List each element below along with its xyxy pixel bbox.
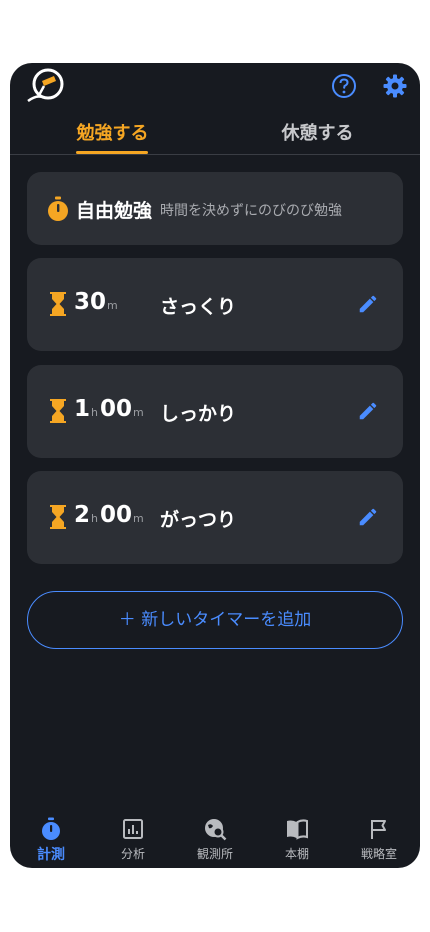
timer-hours: 2 <box>74 502 91 528</box>
nav-label: 戦略室 <box>360 847 397 861</box>
tab-rest[interactable]: 休憩する <box>215 119 420 145</box>
nav-label: 計測 <box>37 847 65 863</box>
timer-duration: 30m <box>74 289 120 315</box>
hourglass-icon <box>50 399 66 423</box>
help-circle-icon[interactable] <box>331 73 357 99</box>
nav-item-strategy[interactable]: 戦略室 <box>338 813 420 862</box>
free-study-description: 時間を決めずにのびのび勉強 <box>160 203 342 219</box>
hourglass-icon <box>50 292 66 316</box>
timer-name: しっかり <box>160 403 237 425</box>
edit-pencil-icon[interactable] <box>357 506 379 528</box>
hour-unit: h <box>91 512 98 525</box>
timer-hours: 1 <box>74 396 91 422</box>
minute-unit: m <box>133 512 144 525</box>
nav-item-observatory[interactable]: 観測所 <box>174 813 256 862</box>
stopwatch-icon <box>42 817 60 840</box>
tab-study[interactable]: 勉強する <box>10 119 215 145</box>
timer-minutes: 00 <box>100 502 133 528</box>
header <box>10 63 420 107</box>
timer-duration: 1h00m <box>74 396 146 422</box>
chart-icon <box>123 819 143 839</box>
timer-minutes: 30 <box>74 289 107 315</box>
add-timer-button[interactable]: ＋ 新しいタイマーを追加 <box>27 591 403 649</box>
timer-card[interactable]: 2h00m がっつり <box>27 471 403 564</box>
stopwatch-icon <box>48 196 68 221</box>
edit-pencil-icon[interactable] <box>357 400 379 422</box>
hourglass-icon <box>50 505 66 529</box>
timer-duration: 2h00m <box>74 502 146 528</box>
gear-icon[interactable] <box>382 73 408 99</box>
timer-name: がっつり <box>160 509 237 531</box>
nav-label: 分析 <box>120 847 145 861</box>
nav-item-measure[interactable]: 計測 <box>10 813 92 864</box>
edit-pencil-icon[interactable] <box>357 293 379 315</box>
free-study-title: 自由勉強 <box>76 200 153 222</box>
mode-tabs: 勉強する 休憩する <box>10 107 420 155</box>
telescope-logo-icon[interactable] <box>26 67 68 103</box>
minute-unit: m <box>107 299 118 312</box>
timer-card[interactable]: 30m さっくり <box>27 258 403 351</box>
free-study-card[interactable]: 自由勉強 時間を決めずにのびのび勉強 <box>27 172 403 245</box>
bottom-nav: 計測 分析 観測所 本棚 戦略室 <box>10 813 420 868</box>
nav-item-bookshelf[interactable]: 本棚 <box>256 813 338 862</box>
timer-minutes: 00 <box>100 396 133 422</box>
minute-unit: m <box>133 406 144 419</box>
globe-search-icon <box>205 819 227 841</box>
hour-unit: h <box>91 406 98 419</box>
timer-name: さっくり <box>160 296 237 318</box>
active-tab-indicator <box>76 151 148 154</box>
nav-label: 観測所 <box>196 847 233 861</box>
timer-card[interactable]: 1h00m しっかり <box>27 365 403 458</box>
nav-label: 本棚 <box>284 847 309 861</box>
flag-icon <box>371 820 386 839</box>
book-icon <box>287 819 308 840</box>
app-screen: 勉強する 休憩する 自由勉強 時間を決めずにのびのび勉強 30m さっくり 1h… <box>10 63 420 868</box>
nav-item-analysis[interactable]: 分析 <box>92 813 174 862</box>
